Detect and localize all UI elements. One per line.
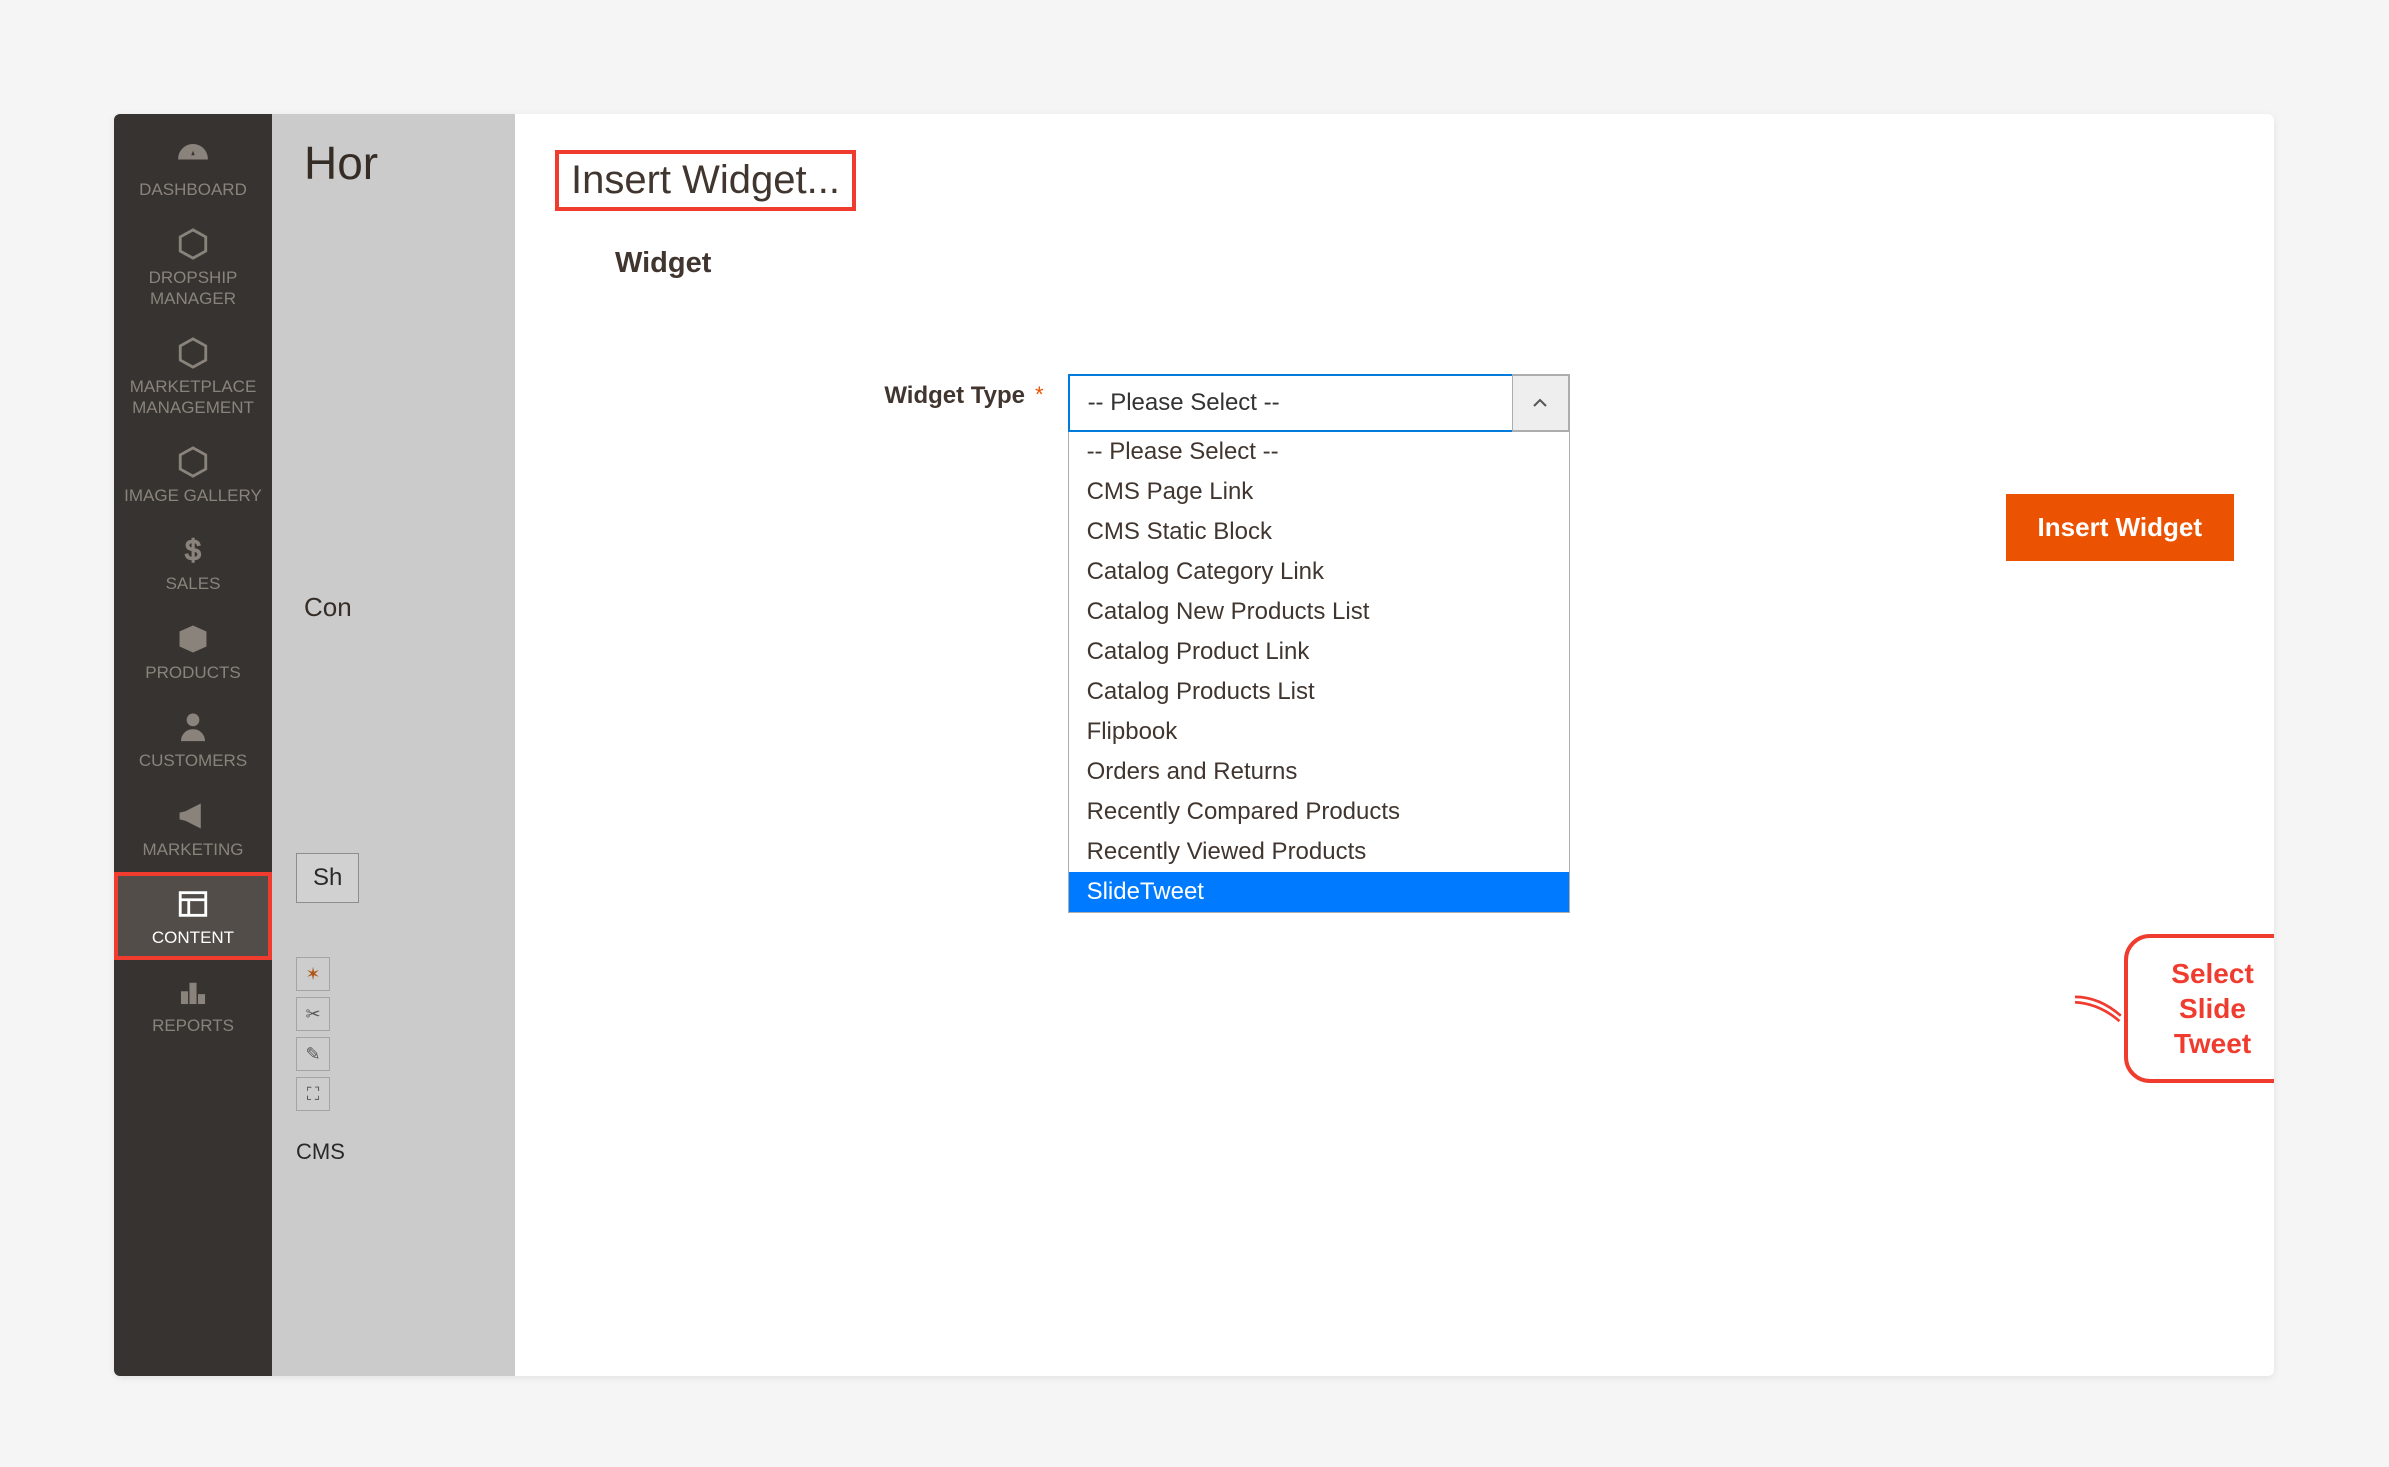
dropdown-option[interactable]: Recently Compared Products <box>1069 792 1569 832</box>
svg-text:$: $ <box>185 535 201 567</box>
sidebar-label: CONTENT <box>152 928 234 948</box>
app-frame: DASHBOARD DROPSHIP MANAGER MARKETPLACE M… <box>114 114 2274 1376</box>
widget-type-row: Widget Type * -- Please Select -- -- Ple… <box>775 374 2234 913</box>
chevron-up-icon[interactable] <box>1512 374 1570 432</box>
required-mark: * <box>1035 374 1068 408</box>
dropdown-option[interactable]: Flipbook <box>1069 712 1569 752</box>
dropdown-option[interactable]: Catalog Product Link <box>1069 632 1569 672</box>
sidebar-label: DROPSHIP MANAGER <box>118 268 268 309</box>
dropdown-option[interactable]: CMS Page Link <box>1069 472 1569 512</box>
megaphone-icon <box>175 798 211 834</box>
select-value: -- Please Select -- <box>1088 389 1280 417</box>
hexagon-icon <box>175 226 211 262</box>
person-icon <box>175 709 211 745</box>
hexagon-icon <box>175 335 211 371</box>
dollar-icon: $ <box>175 532 211 568</box>
sidebar-item-dropship-manager[interactable]: DROPSHIP MANAGER <box>114 212 272 321</box>
sidebar-label: MARKETING <box>142 840 243 860</box>
sidebar-item-dashboard[interactable]: DASHBOARD <box>114 124 272 212</box>
sidebar-item-reports[interactable]: REPORTS <box>114 960 272 1048</box>
sidebar-item-products[interactable]: PRODUCTS <box>114 607 272 695</box>
widget-type-select-wrapper: -- Please Select -- -- Please Select --C… <box>1068 374 1570 913</box>
bar-chart-icon <box>175 974 211 1010</box>
annotation-callout: Select Slide Tweet <box>2075 934 2274 1083</box>
sidebar-label: REPORTS <box>152 1016 234 1036</box>
box-icon <box>175 621 211 657</box>
callout-text: Select Slide <box>2160 956 2266 1026</box>
insert-widget-button[interactable]: Insert Widget <box>2006 494 2234 561</box>
sidebar-label: IMAGE GALLERY <box>124 486 262 506</box>
sidebar-item-marketing[interactable]: MARKETING <box>114 784 272 872</box>
sidebar-label: DASHBOARD <box>139 180 247 200</box>
widget-type-label: Widget Type <box>775 374 1035 410</box>
sidebar-item-sales[interactable]: $ SALES <box>114 518 272 606</box>
widget-type-dropdown: -- Please Select --CMS Page LinkCMS Stat… <box>1068 432 1570 913</box>
callout-text: Tweet <box>2160 1026 2266 1061</box>
dropdown-option[interactable]: Catalog New Products List <box>1069 592 1569 632</box>
sidebar-label: CUSTOMERS <box>139 751 247 771</box>
dropdown-option[interactable]: Catalog Products List <box>1069 672 1569 712</box>
sidebar-item-marketplace-management[interactable]: MARKETPLACE MANAGEMENT <box>114 321 272 430</box>
sidebar-item-content[interactable]: CONTENT <box>114 872 272 960</box>
hexagon-icon <box>175 444 211 480</box>
callout-bubble: Select Slide Tweet <box>2124 934 2274 1083</box>
dropdown-option[interactable]: -- Please Select -- <box>1069 432 1569 472</box>
sidebar-label: PRODUCTS <box>145 663 240 683</box>
gauge-icon <box>175 138 211 174</box>
dropdown-option[interactable]: Orders and Returns <box>1069 752 1569 792</box>
insert-widget-modal: Insert Widget... Widget Widget Type * --… <box>515 114 2274 1376</box>
widget-type-select[interactable]: -- Please Select -- <box>1068 374 1570 432</box>
dropdown-option[interactable]: CMS Static Block <box>1069 512 1569 552</box>
admin-sidebar: DASHBOARD DROPSHIP MANAGER MARKETPLACE M… <box>114 114 272 1376</box>
sidebar-item-image-gallery[interactable]: IMAGE GALLERY <box>114 430 272 518</box>
sidebar-label: SALES <box>166 574 221 594</box>
sidebar-label: MARKETPLACE MANAGEMENT <box>118 377 268 418</box>
modal-title-highlight: Insert Widget... <box>555 150 856 211</box>
callout-pointer-icon <box>2075 989 2124 1029</box>
layout-icon <box>175 886 211 922</box>
dropdown-option[interactable]: Recently Viewed Products <box>1069 832 1569 872</box>
dropdown-option[interactable]: SlideTweet <box>1069 872 1569 912</box>
sidebar-item-customers[interactable]: CUSTOMERS <box>114 695 272 783</box>
section-title: Widget <box>615 247 2234 280</box>
modal-title: Insert Widget... <box>559 154 852 207</box>
dropdown-option[interactable]: Catalog Category Link <box>1069 552 1569 592</box>
